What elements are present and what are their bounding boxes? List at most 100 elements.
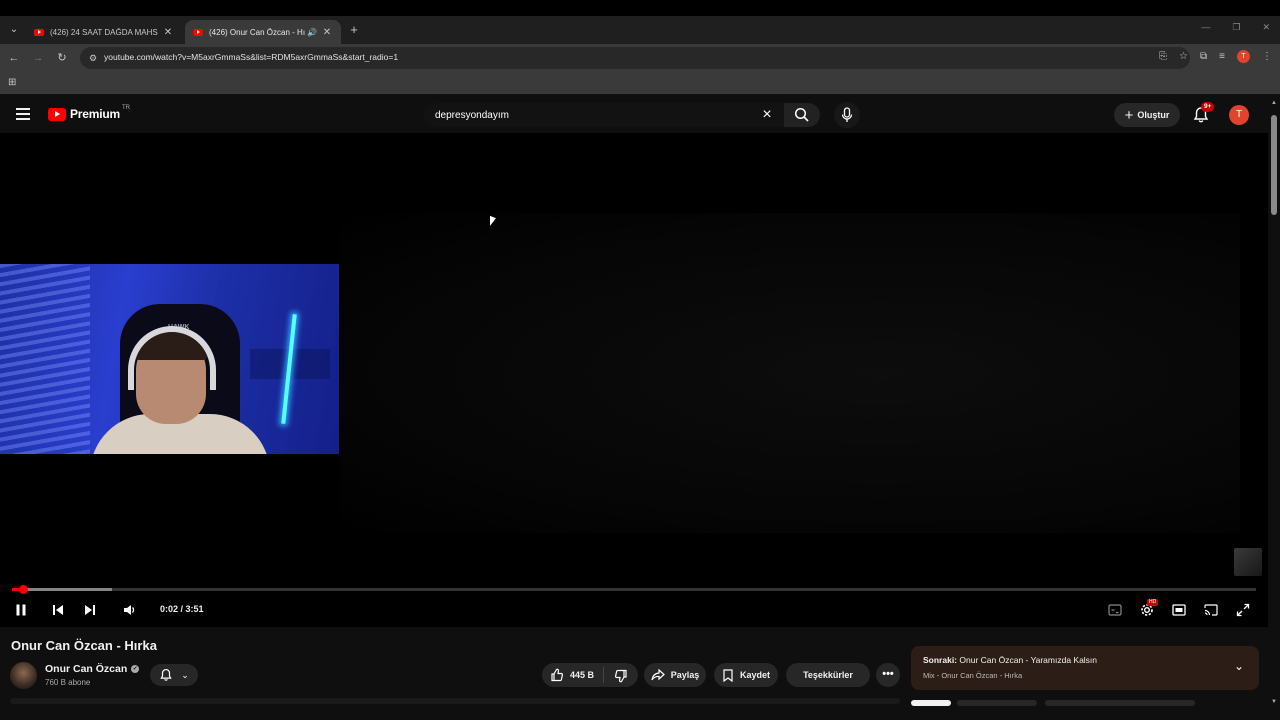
create-label: Oluştur xyxy=(1137,110,1170,120)
profile-avatar[interactable]: T xyxy=(1237,50,1250,63)
bookmarks-bar: ⊞ xyxy=(0,72,1280,94)
reload-icon[interactable]: ↻ xyxy=(54,50,70,66)
more-actions-button[interactable]: ••• xyxy=(876,663,900,687)
audio-playing-icon[interactable]: 🔊 xyxy=(307,28,317,37)
search-input[interactable]: depresyondayım × xyxy=(424,103,784,127)
toolbar-actions: ⎘ ☆ ⧉ ≡ T ⋮ xyxy=(1159,50,1272,63)
cast-icon xyxy=(1204,604,1218,616)
volume-button[interactable] xyxy=(120,601,138,619)
youtube-premium-logo[interactable]: Premium TR xyxy=(48,105,130,121)
minimize-icon[interactable]: — xyxy=(1201,22,1210,33)
subscriber-count: 760 B abone xyxy=(45,678,91,687)
previous-button[interactable] xyxy=(49,601,67,619)
description-box-edge xyxy=(10,698,900,704)
browser-toolbar: ← → ↻ ⚙ youtube.com/watch?v=M5axrGmmaSs&… xyxy=(0,44,1280,72)
up-next-panel[interactable]: Sonraki: Onur Can Özcan - Yaramızda Kals… xyxy=(911,646,1259,690)
subtitles-icon xyxy=(1108,604,1122,616)
thanks-button[interactable]: Teşekkürler xyxy=(786,663,870,687)
save-label: Kaydet xyxy=(739,670,770,680)
thanks-label: Teşekkürler xyxy=(803,670,853,680)
new-tab-button[interactable]: + xyxy=(346,22,362,38)
notifications-badge: 9+ xyxy=(1201,102,1215,112)
browser-tab-1[interactable]: (426) 24 SAAT DAĞDA MAHSUR ✕ xyxy=(26,20,182,44)
maximize-icon[interactable]: ❐ xyxy=(1232,22,1240,33)
progress-bar[interactable] xyxy=(12,585,1256,594)
scrollbar-thumb[interactable] xyxy=(1271,115,1277,215)
like-button[interactable]: 445 B xyxy=(542,667,604,683)
browser-menu-icon[interactable]: ⋮ xyxy=(1262,51,1272,62)
media-control-icon[interactable]: ≡ xyxy=(1219,51,1225,62)
close-tab-icon[interactable]: ✕ xyxy=(321,27,333,38)
install-app-icon[interactable]: ⎘ xyxy=(1159,51,1167,62)
time-display: 0:02 / 3:51 xyxy=(160,604,204,614)
hd-badge: HD xyxy=(1147,599,1159,606)
video-frame xyxy=(340,213,1240,533)
back-icon[interactable]: ← xyxy=(6,50,22,66)
filter-chips-edge xyxy=(911,700,1201,706)
next-up-prefix: Sonraki: xyxy=(923,655,958,665)
apps-grid-icon[interactable]: ⊞ xyxy=(8,77,20,89)
scroll-up-icon[interactable]: ▲ xyxy=(1270,99,1278,107)
next-icon xyxy=(85,605,95,615)
scrubber-handle[interactable] xyxy=(18,585,28,594)
webcam-overlay-image: HAWK xyxy=(0,264,339,454)
next-up-title: Onur Can Özcan - Yaramızda Kalsın xyxy=(959,655,1098,665)
page-scrollbar[interactable]: ▲ ▼ xyxy=(1268,97,1280,720)
channel-watermark[interactable] xyxy=(1234,548,1262,576)
close-window-icon[interactable]: ✕ xyxy=(1262,22,1270,33)
video-title: Onur Can Özcan - Hırka xyxy=(11,638,157,653)
chevron-down-icon[interactable]: ⌄ xyxy=(1231,658,1247,674)
cast-button[interactable] xyxy=(1202,601,1220,619)
scroll-down-icon[interactable]: ▼ xyxy=(1270,698,1278,706)
channel-avatar[interactable] xyxy=(10,662,37,689)
theater-mode-icon xyxy=(1172,604,1186,616)
url-text: youtube.com/watch?v=M5axrGmmaSs&list=RDM… xyxy=(104,52,399,62)
thumbs-down-icon xyxy=(615,669,627,682)
mouse-cursor xyxy=(490,215,496,229)
subscription-notifications-button[interactable]: ⌄ xyxy=(150,664,198,686)
youtube-play-icon xyxy=(48,107,66,121)
channel-name: Onur Can Özcan xyxy=(45,663,128,675)
voice-search-button[interactable] xyxy=(834,102,860,128)
share-button[interactable]: Paylaş xyxy=(644,663,706,687)
youtube-favicon-icon xyxy=(193,28,203,36)
pause-icon xyxy=(16,604,26,616)
dislike-button[interactable] xyxy=(604,665,638,686)
browser-tab-2[interactable]: (426) Onur Can Özcan - Hırka 🔊 ✕ xyxy=(185,20,341,44)
create-button[interactable]: + Oluştur xyxy=(1114,103,1180,127)
pause-button[interactable] xyxy=(12,601,30,619)
address-bar[interactable]: ⚙ youtube.com/watch?v=M5axrGmmaSs&list=R… xyxy=(80,47,1190,69)
forward-icon[interactable]: → xyxy=(30,50,46,66)
site-info-icon[interactable]: ⚙ xyxy=(86,51,100,65)
share-icon xyxy=(651,669,665,681)
video-player[interactable]: HAWK 0:02 / 3:51 HD xyxy=(0,133,1268,627)
tab-title: (426) Onur Can Özcan - Hırka xyxy=(209,27,306,37)
search-button[interactable] xyxy=(784,103,820,127)
window-controls: — ❐ ✕ xyxy=(1201,22,1270,33)
clear-search-icon[interactable]: × xyxy=(757,105,777,125)
bell-icon xyxy=(160,668,172,681)
fullscreen-button[interactable] xyxy=(1234,601,1252,619)
bookmark-star-icon[interactable]: ☆ xyxy=(1179,51,1188,62)
logo-text: Premium xyxy=(70,107,120,121)
chevron-down-icon: ⌄ xyxy=(181,669,189,680)
notifications-button[interactable]: 9+ xyxy=(1192,102,1215,124)
close-tab-icon[interactable]: ✕ xyxy=(162,27,174,38)
channel-name-link[interactable]: Onur Can Özcan ✓ xyxy=(45,663,140,675)
menu-icon[interactable] xyxy=(16,108,30,120)
save-button[interactable]: Kaydet xyxy=(714,663,778,687)
next-button[interactable] xyxy=(81,601,99,619)
plus-icon: + xyxy=(1124,106,1134,124)
tab-search-icon[interactable]: ⌄ xyxy=(6,22,22,38)
tab-strip: ⌄ (426) 24 SAAT DAĞDA MAHSUR ✕ (426) Onu… xyxy=(0,16,1280,44)
thumbs-up-icon xyxy=(551,668,563,682)
miniplayer-button[interactable] xyxy=(1170,601,1188,619)
window-top-bar xyxy=(0,0,1280,16)
logo-country: TR xyxy=(121,105,130,111)
extensions-icon[interactable]: ⧉ xyxy=(1200,51,1207,62)
account-avatar[interactable]: T xyxy=(1229,105,1249,125)
settings-button[interactable]: HD xyxy=(1138,599,1159,619)
subtitles-button[interactable] xyxy=(1106,601,1124,619)
search-query: depresyondayım xyxy=(435,110,509,121)
microphone-icon xyxy=(841,107,853,122)
